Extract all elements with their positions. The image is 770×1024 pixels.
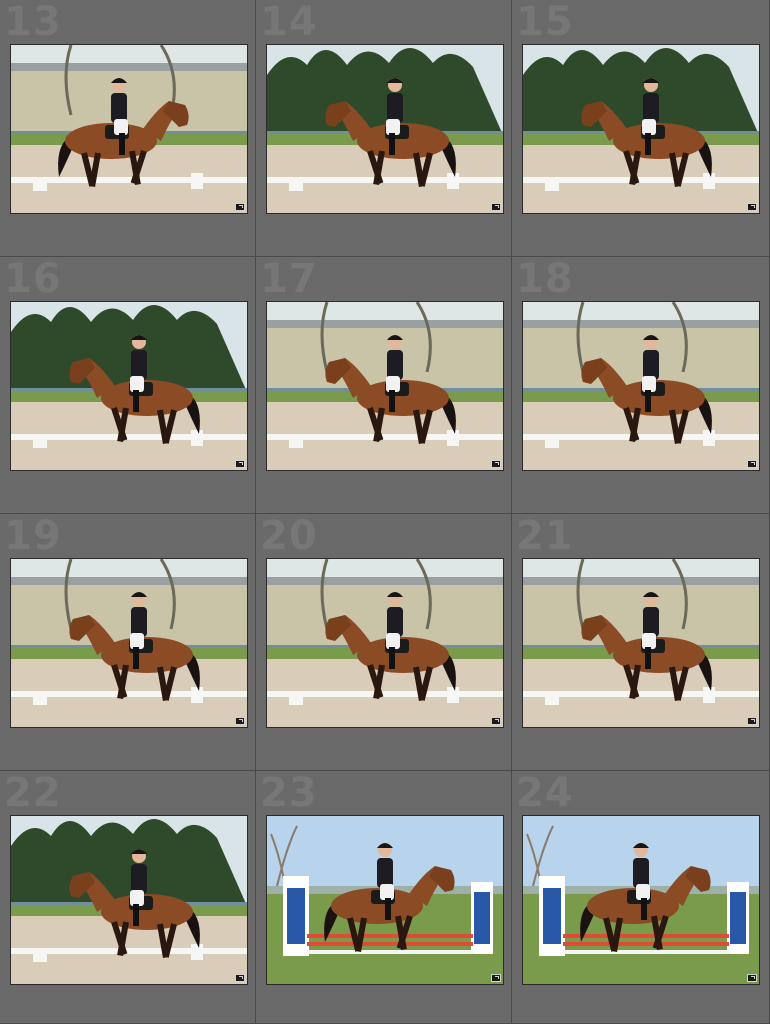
photo-thumbnail[interactable] — [522, 815, 760, 985]
photo-thumbnail[interactable] — [266, 44, 504, 214]
grid-cell[interactable]: 17 — [256, 257, 512, 514]
grid-cell[interactable]: 18 — [512, 257, 770, 514]
cell-index-number: 23 — [260, 771, 318, 816]
grid-cell[interactable]: 19 — [0, 514, 256, 771]
photo-thumbnail-image — [11, 302, 247, 470]
photo-thumbnail[interactable] — [266, 301, 504, 471]
photo-thumbnail-image — [523, 559, 759, 727]
thumbnail-grid: 13 14 15 16 17 18 19 20 21 22 23 24 — [0, 0, 770, 1024]
quick-edit-badge-icon[interactable] — [491, 203, 501, 211]
cell-index-number: 19 — [4, 514, 62, 559]
cell-index-number: 14 — [260, 0, 318, 45]
cell-index-number: 16 — [4, 257, 62, 302]
grid-cell[interactable]: 16 — [0, 257, 256, 514]
quick-edit-badge-icon[interactable] — [491, 974, 501, 982]
photo-thumbnail[interactable] — [522, 301, 760, 471]
cell-index-number: 20 — [260, 514, 318, 559]
cell-index-number: 24 — [516, 771, 574, 816]
photo-thumbnail-image — [267, 816, 503, 984]
quick-edit-badge-icon[interactable] — [235, 203, 245, 211]
photo-thumbnail-image — [11, 559, 247, 727]
quick-edit-badge-icon[interactable] — [235, 460, 245, 468]
quick-edit-badge-icon[interactable] — [747, 460, 757, 468]
quick-edit-badge-icon[interactable] — [747, 974, 757, 982]
cell-index-number: 17 — [260, 257, 318, 302]
photo-thumbnail-image — [267, 45, 503, 213]
quick-edit-badge-icon[interactable] — [747, 717, 757, 725]
photo-thumbnail[interactable] — [10, 558, 248, 728]
quick-edit-badge-icon[interactable] — [235, 717, 245, 725]
photo-thumbnail-image — [267, 302, 503, 470]
cell-index-number: 18 — [516, 257, 574, 302]
photo-thumbnail-image — [267, 559, 503, 727]
grid-cell[interactable]: 21 — [512, 514, 770, 771]
grid-cell[interactable]: 13 — [0, 0, 256, 257]
quick-edit-badge-icon[interactable] — [491, 717, 501, 725]
quick-edit-badge-icon[interactable] — [235, 974, 245, 982]
grid-cell[interactable]: 23 — [256, 771, 512, 1024]
cell-index-number: 13 — [4, 0, 62, 45]
photo-thumbnail[interactable] — [266, 815, 504, 985]
photo-thumbnail-image — [523, 45, 759, 213]
photo-thumbnail-image — [11, 816, 247, 984]
grid-cell[interactable]: 22 — [0, 771, 256, 1024]
photo-thumbnail[interactable] — [522, 44, 760, 214]
cell-index-number: 22 — [4, 771, 62, 816]
photo-thumbnail[interactable] — [10, 815, 248, 985]
photo-thumbnail[interactable] — [10, 301, 248, 471]
photo-thumbnail[interactable] — [10, 44, 248, 214]
grid-cell[interactable]: 24 — [512, 771, 770, 1024]
photo-thumbnail[interactable] — [266, 558, 504, 728]
cell-index-number: 21 — [516, 514, 574, 559]
photo-thumbnail[interactable] — [522, 558, 760, 728]
grid-cell[interactable]: 15 — [512, 0, 770, 257]
photo-thumbnail-image — [523, 302, 759, 470]
photo-thumbnail-image — [11, 45, 247, 213]
grid-cell[interactable]: 14 — [256, 0, 512, 257]
grid-cell[interactable]: 20 — [256, 514, 512, 771]
cell-index-number: 15 — [516, 0, 574, 45]
photo-thumbnail-image — [523, 816, 759, 984]
quick-edit-badge-icon[interactable] — [491, 460, 501, 468]
quick-edit-badge-icon[interactable] — [747, 203, 757, 211]
